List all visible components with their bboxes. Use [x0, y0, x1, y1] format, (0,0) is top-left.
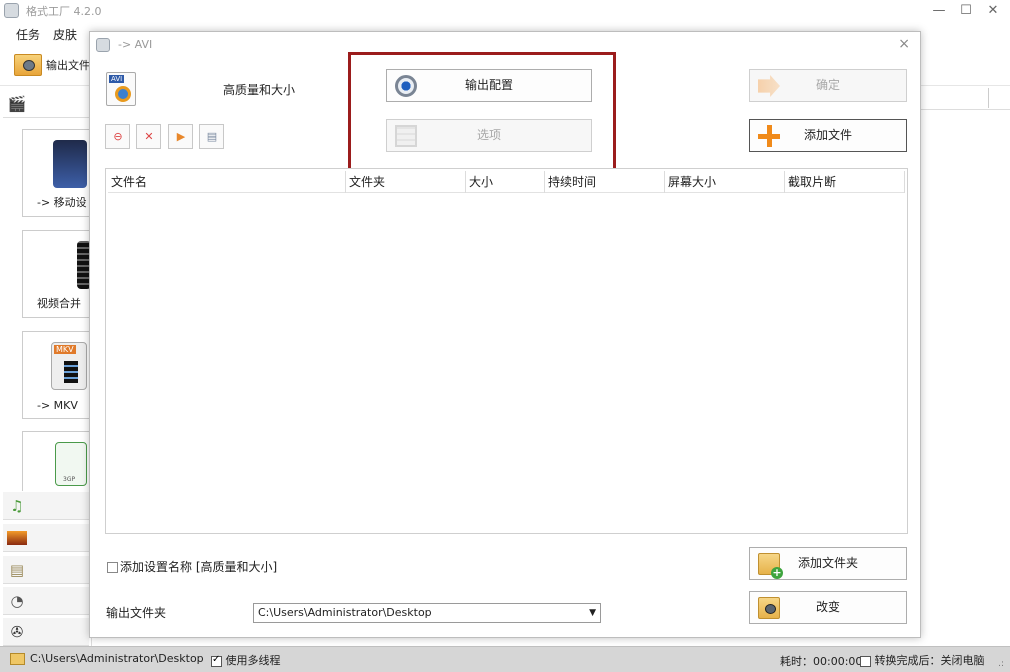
tile-label: 视频合并 [37, 297, 81, 310]
add-setting-name-option[interactable]: 添加设置名称 [高质量和大小] [107, 558, 277, 575]
clear-icon: ✕ [144, 130, 154, 143]
app-icon [4, 3, 19, 18]
right-header-strip [920, 86, 1010, 110]
tile-label: -> MKV [37, 399, 78, 412]
add-file-button[interactable]: 添加文件 [749, 119, 907, 152]
shutdown-option[interactable]: 转换完成后：关闭电脑 [860, 652, 985, 668]
header-cell [988, 88, 1006, 108]
mkv-film-icon: MKV [51, 342, 87, 390]
app-title: 格式工厂 4.2.0 [26, 5, 102, 18]
tile-video-merge[interactable]: 视频合并 [22, 230, 92, 318]
category-picture[interactable] [3, 524, 89, 552]
remove-icon: ⊖ [113, 130, 123, 143]
mkv-tag: MKV [54, 345, 76, 354]
file-list[interactable]: 文件名 文件夹 大小 持续时间 屏幕大小 截取片断 [105, 168, 908, 534]
column-screen-size[interactable]: 屏幕大小 [665, 171, 785, 193]
multithread-label: 使用多线程 [225, 654, 281, 667]
3gp-icon: 3GP [55, 442, 87, 486]
output-folder-select[interactable]: C:\Users\Administrator\Desktop ▼ [253, 603, 601, 623]
file-list-header: 文件名 文件夹 大小 持续时间 屏幕大小 截取片断 [108, 171, 905, 193]
tile-mobile-device[interactable]: -> 移动设 [22, 129, 92, 217]
avi-tag: AVI [109, 75, 125, 83]
ok-button[interactable]: 确定 [749, 69, 907, 102]
main-title-bar: 格式工厂 4.2.0 — ☐ ✕ [0, 0, 1010, 22]
multithread-option[interactable]: 使用多线程 [211, 652, 281, 668]
quality-preset-label: 高质量和大小 [223, 83, 296, 97]
add-folder-label: 添加文件夹 [797, 556, 858, 570]
disc-icon: ◔ [10, 592, 24, 610]
status-folder-icon[interactable] [10, 653, 25, 665]
music-icon: ♫ [10, 497, 24, 515]
media-info-button[interactable]: ▤ [199, 124, 224, 149]
column-folder[interactable]: 文件夹 [346, 171, 466, 193]
play-button[interactable]: ▶ [168, 124, 193, 149]
add-setting-name-checkbox[interactable] [107, 562, 118, 573]
add-setting-name-label: 添加设置名称 [高质量和大小] [120, 560, 278, 574]
column-file-name[interactable]: 文件名 [108, 171, 346, 193]
output-folder-toolbar-button[interactable]: 输出文件 [14, 54, 90, 76]
info-icon: ▤ [206, 130, 218, 143]
ok-label: 确定 [815, 78, 840, 92]
tile-3gp[interactable]: 3GP [22, 431, 92, 491]
close-button[interactable]: ✕ [981, 2, 1005, 20]
category-rom-device[interactable]: ◔ [3, 587, 89, 615]
dialog-app-icon [96, 38, 110, 52]
3gp-tag: 3GP [63, 476, 76, 483]
output-folder-label: 输出文件夹 [106, 606, 167, 620]
chevron-down-icon[interactable]: ▼ [589, 604, 596, 622]
dialog-close-button[interactable]: × [898, 36, 910, 52]
phone-icon [53, 140, 87, 188]
column-size[interactable]: 大小 [466, 171, 545, 193]
output-folder-value: C:\Users\Administrator\Desktop [258, 606, 432, 619]
folder-add-icon [758, 553, 783, 579]
category-document[interactable]: ▤ [3, 556, 89, 584]
picture-icon [7, 531, 27, 545]
elapsed-time: 耗时：00:00:00 [780, 655, 863, 668]
output-folder-toolbar-label: 输出文件 [46, 59, 90, 72]
add-folder-button[interactable]: 添加文件夹 [749, 547, 907, 580]
minimize-button[interactable]: — [927, 2, 951, 20]
category-audio[interactable]: ♫ [3, 492, 89, 520]
maximize-button[interactable]: ☐ [954, 2, 978, 20]
avi-format-icon: AVI [106, 72, 136, 106]
video-icon: 🎬 [7, 95, 27, 113]
document-icon: ▤ [9, 561, 25, 579]
remove-item-button[interactable]: ⊖ [105, 124, 130, 149]
left-category-panel: 🎬 -> 移动设 视频合并 MKV -> MKV 3GP ♫ ▤ ◔ ✇ [0, 86, 92, 646]
multithread-checkbox[interactable] [211, 654, 222, 667]
folder-icon [14, 54, 42, 76]
menu-skin[interactable]: 皮肤 [53, 26, 77, 43]
status-output-path: C:\Users\Administrator\Desktop [30, 652, 204, 665]
change-label: 改变 [815, 600, 840, 614]
status-bar: C:\Users\Administrator\Desktop 使用多线程 耗时：… [0, 646, 1010, 672]
resize-grip[interactable]: .: [998, 659, 1004, 669]
tile-mkv[interactable]: MKV -> MKV [22, 331, 92, 419]
tile-label: -> 移动设 [37, 196, 87, 209]
utilities-icon: ✇ [10, 623, 24, 641]
arrow-right-icon [758, 75, 780, 97]
highlight-annotation-box [348, 52, 616, 171]
plus-icon [758, 125, 780, 147]
clear-list-button[interactable]: ✕ [136, 124, 161, 149]
category-video[interactable]: 🎬 [3, 90, 89, 118]
folder-icon [758, 597, 780, 619]
menu-task[interactable]: 任务 [16, 26, 40, 43]
column-clip[interactable]: 截取片断 [785, 171, 905, 193]
change-folder-button[interactable]: 改变 [749, 591, 907, 624]
play-icon: ▶ [176, 130, 186, 143]
avi-settings-dialog: -> AVI × AVI 高质量和大小 输出配置 选项 确定 添加文件 ⊖ ✕ … [89, 31, 921, 638]
shutdown-checkbox[interactable] [860, 655, 871, 667]
column-duration[interactable]: 持续时间 [545, 171, 665, 193]
film-strip-icon [64, 361, 78, 383]
category-utilities[interactable]: ✇ [3, 618, 89, 646]
shutdown-label: 转换完成后：关闭电脑 [874, 654, 985, 667]
add-file-label: 添加文件 [803, 128, 852, 142]
dialog-title: -> AVI [118, 38, 153, 51]
disc-icon [115, 86, 131, 102]
